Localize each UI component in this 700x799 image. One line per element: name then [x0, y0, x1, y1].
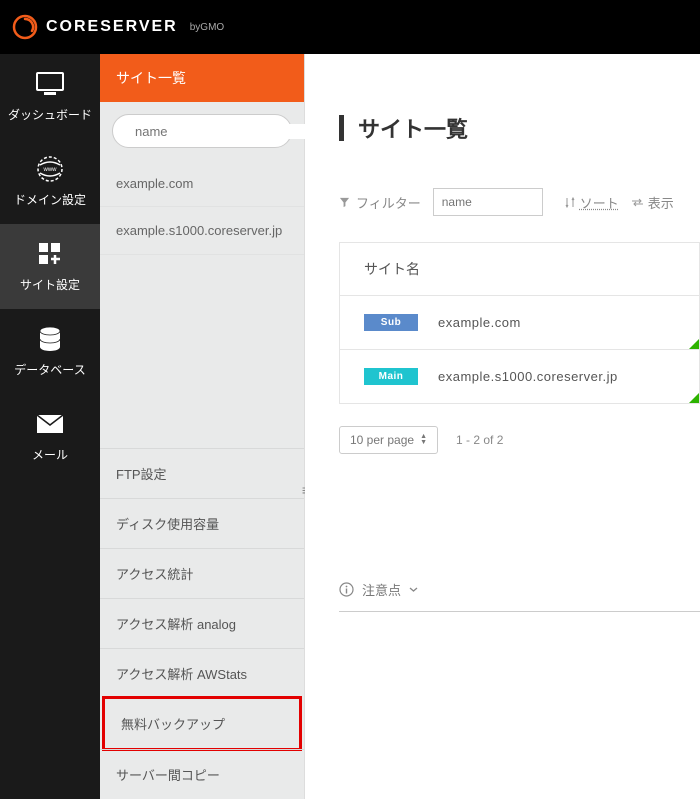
main-content: サイト一覧 フィルター ソート 表示 サイト名 Sub example.com	[305, 54, 700, 799]
sub-nav: サイト一覧 example.com example.s1000.coreserv…	[100, 54, 305, 799]
badge-sub: Sub	[364, 314, 418, 331]
info-icon	[339, 582, 354, 597]
filter-label: フィルター	[339, 193, 421, 212]
site-filter[interactable]	[112, 114, 292, 148]
nav-label: ダッシュボード	[8, 106, 92, 123]
tool-backup[interactable]: 無料バックアップ	[105, 699, 299, 748]
sort-button[interactable]: ソート	[565, 193, 619, 212]
subnav-title: サイト一覧	[100, 54, 304, 102]
title-accent	[339, 115, 344, 141]
brand-logo[interactable]: CORESERVER byGMO	[12, 14, 224, 40]
nav-label: ドメイン設定	[14, 191, 86, 208]
site-table: サイト名 Sub example.com Main example.s1000.…	[339, 242, 700, 404]
nav-label: サイト設定	[20, 276, 80, 293]
tool-disk[interactable]: ディスク使用容量	[100, 498, 304, 548]
domain-text: example.com	[438, 315, 521, 330]
highlight-box: 無料バックアップ	[102, 696, 302, 751]
sort-icon	[565, 197, 576, 208]
name-filter-input[interactable]	[433, 188, 543, 216]
display-button[interactable]: 表示	[631, 193, 674, 212]
filter-icon	[339, 197, 350, 208]
row-corner-mark	[689, 393, 699, 403]
tool-list: FTP設定 ディスク使用容量 アクセス統計 アクセス解析 analog アクセス…	[100, 448, 304, 799]
mail-icon	[34, 410, 66, 438]
top-bar: CORESERVER byGMO	[0, 0, 700, 54]
stepper-arrows-icon: ▲▼	[420, 434, 427, 446]
row-corner-mark	[689, 339, 699, 349]
tool-ftp[interactable]: FTP設定	[100, 448, 304, 498]
tool-stats[interactable]: アクセス統計	[100, 548, 304, 598]
site-filter-input[interactable]	[135, 124, 311, 139]
page-info: 1 - 2 of 2	[456, 433, 503, 447]
table-row[interactable]: Sub example.com	[340, 296, 699, 350]
primary-nav: ダッシュボード www ドメイン設定 サイト設定 データベース メール	[0, 54, 100, 799]
tool-awstats[interactable]: アクセス解析 AWStats	[100, 648, 304, 698]
nav-mail[interactable]: メール	[0, 394, 100, 479]
table-header-sitename: サイト名	[340, 243, 699, 296]
chevron-down-icon	[409, 585, 418, 594]
nav-label: データベース	[14, 361, 85, 378]
site-list-item[interactable]: example.s1000.coreserver.jp	[100, 207, 304, 254]
nav-dashboard[interactable]: ダッシュボード	[0, 54, 100, 139]
tool-analog[interactable]: アクセス解析 analog	[100, 598, 304, 648]
table-row[interactable]: Main example.s1000.coreserver.jp	[340, 350, 699, 404]
brand-suffix: byGMO	[190, 22, 224, 33]
brand-icon	[12, 14, 38, 40]
nav-label: メール	[32, 446, 68, 463]
tool-servercopy[interactable]: サーバー間コピー	[100, 749, 304, 799]
brand-name: CORESERVER	[46, 18, 178, 36]
page-title: サイト一覧	[358, 112, 468, 144]
database-icon	[34, 325, 66, 353]
nav-database[interactable]: データベース	[0, 309, 100, 394]
site-list-item[interactable]: example.com	[100, 160, 304, 207]
divider	[339, 611, 700, 612]
nav-site[interactable]: サイト設定	[0, 224, 100, 309]
badge-main: Main	[364, 368, 418, 385]
globe-icon: www	[34, 155, 66, 183]
per-page-select[interactable]: 10 per page ▲▼	[339, 426, 438, 454]
svg-text:www: www	[43, 167, 58, 173]
monitor-icon	[34, 70, 66, 98]
domain-text: example.s1000.coreserver.jp	[438, 369, 618, 384]
swap-icon	[631, 198, 644, 207]
notes-toggle[interactable]: 注意点	[339, 580, 700, 599]
grid-plus-icon	[34, 240, 66, 268]
nav-domain[interactable]: www ドメイン設定	[0, 139, 100, 224]
